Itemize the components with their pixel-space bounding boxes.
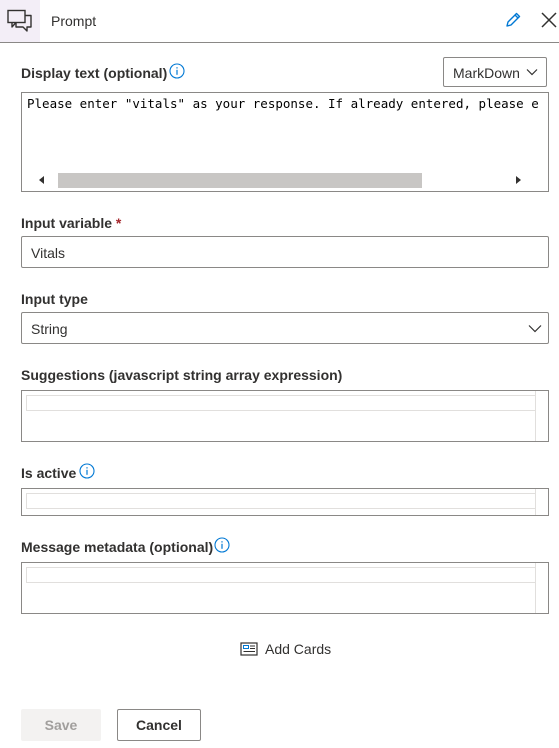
horizontal-scrollbar[interactable] [22,171,548,191]
prompt-icon-container [0,0,40,42]
required-marker: * [115,215,122,231]
display-text-editor[interactable]: Please enter "vitals" as your response. … [21,92,549,192]
input-type-label: Input type [21,291,88,307]
scroll-left-arrow-icon[interactable] [39,176,45,184]
is-active-label: Is active [21,465,77,481]
display-text-label: Display text (optional) [21,65,168,81]
format-select[interactable]: MarkDown [443,57,547,87]
panel-header: Prompt [0,0,559,43]
input-variable-label: Input variable * [21,215,121,231]
input-variable-value: Vitals [31,245,65,261]
card-icon [240,642,258,656]
chevron-down-icon [528,325,542,333]
save-button[interactable]: Save [21,709,101,741]
input-variable-field[interactable]: Vitals [21,236,549,268]
chevron-down-icon [526,69,538,76]
scroll-right-arrow-icon[interactable] [516,176,522,184]
editor-vertical-scrollbar[interactable] [535,391,548,441]
cancel-button[interactable]: Cancel [117,709,201,741]
info-icon[interactable] [79,463,95,479]
input-type-select[interactable]: String [21,312,549,344]
scrollbar-thumb[interactable] [58,173,422,188]
editor-line [26,567,536,583]
is-active-editor[interactable] [21,488,549,516]
info-icon[interactable] [214,537,230,553]
input-type-value: String [31,321,68,337]
editor-line [26,395,536,411]
editor-vertical-scrollbar[interactable] [535,563,548,613]
editor-vertical-scrollbar[interactable] [535,489,548,515]
add-cards-label: Add Cards [265,641,332,657]
editor-line [26,493,536,509]
display-text-value: Please enter "vitals" as your response. … [27,96,539,111]
prompt-chat-icon [7,9,32,32]
info-icon[interactable] [169,63,185,79]
message-metadata-editor[interactable] [21,562,549,614]
format-select-value: MarkDown [453,65,520,81]
suggestions-editor[interactable] [21,390,549,442]
pencil-icon[interactable] [504,11,522,29]
input-variable-label-text: Input variable [21,215,113,231]
panel-title: Prompt [51,13,97,29]
suggestions-label: Suggestions (javascript string array exp… [21,367,343,383]
message-metadata-label: Message metadata (optional) [21,539,214,555]
close-icon[interactable] [540,11,558,29]
